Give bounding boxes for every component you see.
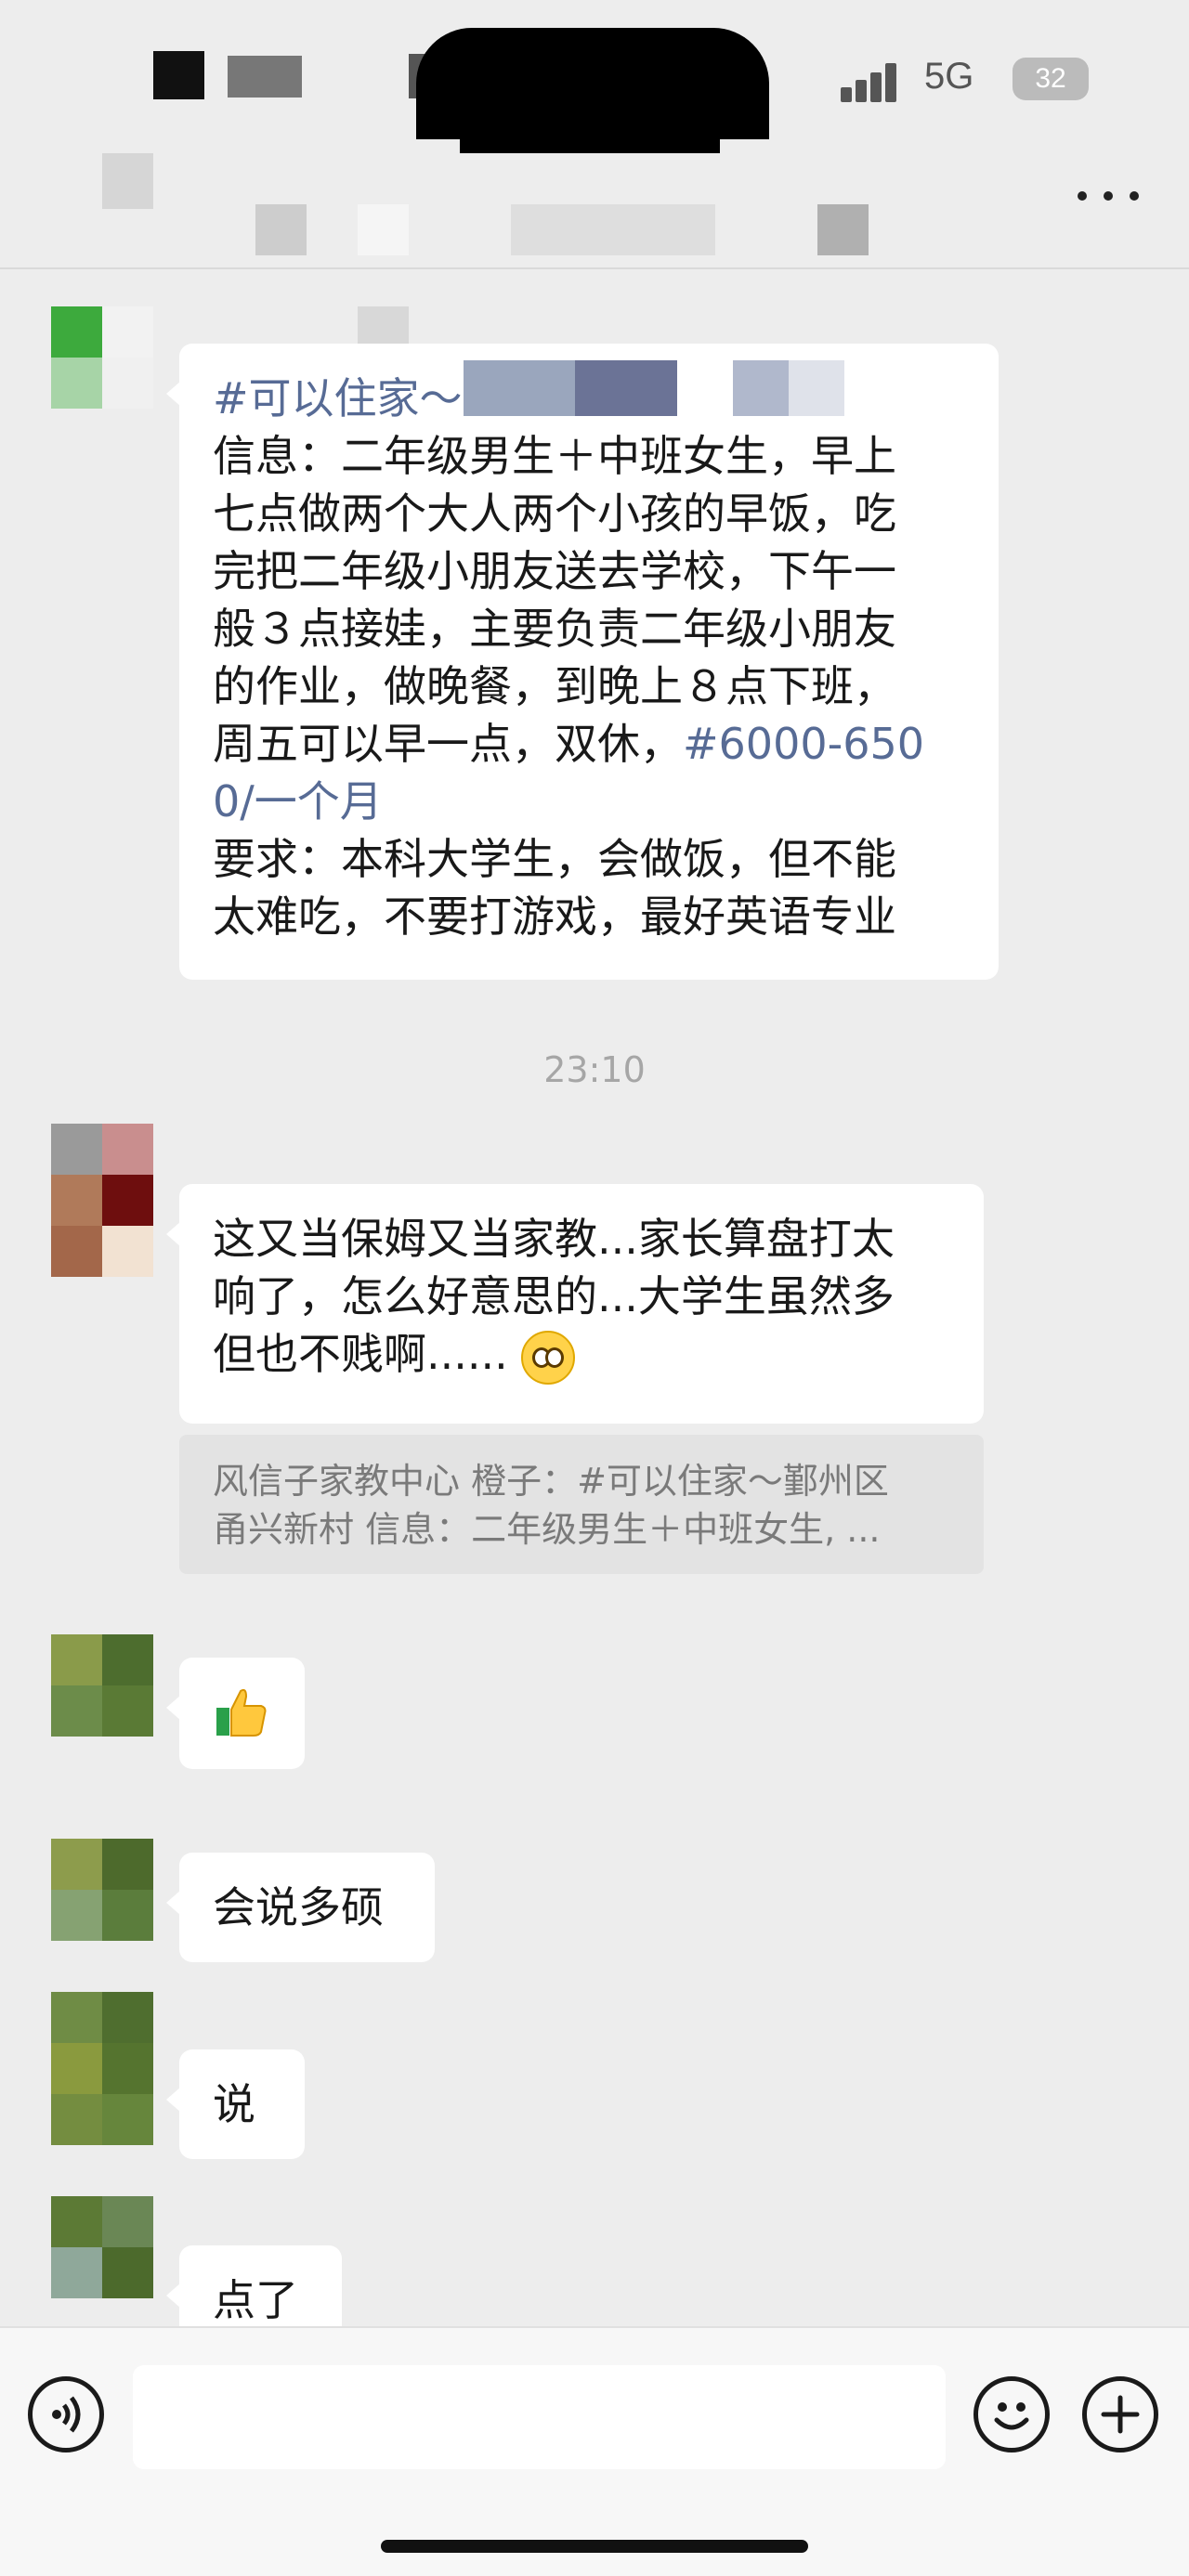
tag-blur xyxy=(464,360,575,416)
tag-blur xyxy=(789,360,844,416)
chat-title-blur xyxy=(511,204,715,255)
thumbs-up-icon xyxy=(216,1688,267,1737)
plus-icon[interactable] xyxy=(1082,2376,1158,2452)
time-blur xyxy=(153,51,204,99)
home-indicator[interactable] xyxy=(381,2540,808,2553)
salary-tag[interactable]: 0/一个月 xyxy=(213,773,965,830)
avatar[interactable] xyxy=(51,2196,153,2298)
battery-icon: 32 xyxy=(1013,58,1089,100)
reply-line: 响了，怎么好意思的...大学生虽然多 xyxy=(213,1271,895,1321)
back-button-blur[interactable] xyxy=(102,153,153,209)
thumbs-bubble[interactable] xyxy=(166,1658,305,1769)
flushed-face-icon xyxy=(521,1330,576,1385)
reply-bubble[interactable]: 这又当保姆又当家教...家长算盘打太 响了，怎么好意思的...大学生虽然多 但也… xyxy=(166,1184,984,1424)
network-type: 5G xyxy=(924,56,974,97)
message-text: 说 xyxy=(213,2079,255,2129)
chat-header xyxy=(0,139,1189,269)
tag-blur xyxy=(575,360,677,416)
message-bubble[interactable]: 会说多硕 xyxy=(166,1853,435,1962)
message-line: 般３点接娃，主要负责二年级小朋友 xyxy=(213,604,896,654)
more-dots-icon[interactable] xyxy=(1078,176,1143,214)
voice-icon[interactable] xyxy=(28,2376,104,2452)
requirement-line: 要求：本科大学生，会做饭，但不能 xyxy=(213,834,896,884)
message-bubble[interactable]: 说 xyxy=(166,2049,305,2159)
requirement-line: 太难吃，不要打游戏，最好英语专业 xyxy=(213,891,896,942)
message-line: 完把二年级小朋友送去学校，下午一 xyxy=(213,546,896,596)
reply-line: 这又当保姆又当家教...家长算盘打太 xyxy=(213,1214,895,1264)
message-timestamp: 23:10 xyxy=(543,1049,646,1090)
smiley-icon[interactable] xyxy=(973,2376,1050,2452)
avatar[interactable] xyxy=(51,1839,153,1941)
input-bar xyxy=(0,2326,1189,2576)
status-bar: 5G 32 xyxy=(0,0,1189,153)
message-line-text: 周五可以早一点，双休， xyxy=(213,719,683,769)
reply-line: 但也不贱啊...... xyxy=(213,1325,950,1385)
quote-line: 风信子家教中心 橙子：#可以住家～鄞州区 xyxy=(213,1461,889,1502)
avatar[interactable] xyxy=(51,306,153,409)
chat-title-blur xyxy=(358,204,409,255)
tag-blur xyxy=(733,360,789,416)
salary-tag[interactable]: #6000-650 xyxy=(683,719,924,769)
chat-title-blur xyxy=(817,204,869,255)
message-text: 点了 xyxy=(213,2275,298,2325)
message-line: 的作业，做晚餐，到晚上８点下班， xyxy=(213,661,896,711)
hashtag-link[interactable]: #可以住家～ xyxy=(213,373,463,423)
chat-title-blur xyxy=(255,204,307,255)
signal-icon xyxy=(841,59,915,102)
avatar[interactable] xyxy=(51,1634,153,1737)
message-input[interactable] xyxy=(133,2365,946,2469)
quoted-message[interactable]: 风信子家教中心 橙子：#可以住家～鄞州区 甬兴新村 信息：二年级男生＋中班女生,… xyxy=(179,1435,984,1574)
message-bubble[interactable]: #可以住家～ 信息：二年级男生＋中班女生，早上 七点做两个大人两个小孩的早饭，吃… xyxy=(166,344,999,980)
message-line: 信息：二年级男生＋中班女生，早上 xyxy=(213,431,896,481)
reply-line-text: 但也不贱啊...... xyxy=(213,1329,508,1379)
avatar[interactable] xyxy=(51,1992,153,2145)
message-text: 会说多硕 xyxy=(213,1882,384,1932)
message-line: 七点做两个大人两个小孩的早饭，吃 xyxy=(213,488,896,539)
quote-line: 甬兴新村 信息：二年级男生＋中班女生, ... xyxy=(213,1509,881,1550)
time-blur xyxy=(228,56,302,98)
message-line: 周五可以早一点，双休，#6000-650 xyxy=(213,715,965,773)
avatar[interactable] xyxy=(51,1124,153,1277)
